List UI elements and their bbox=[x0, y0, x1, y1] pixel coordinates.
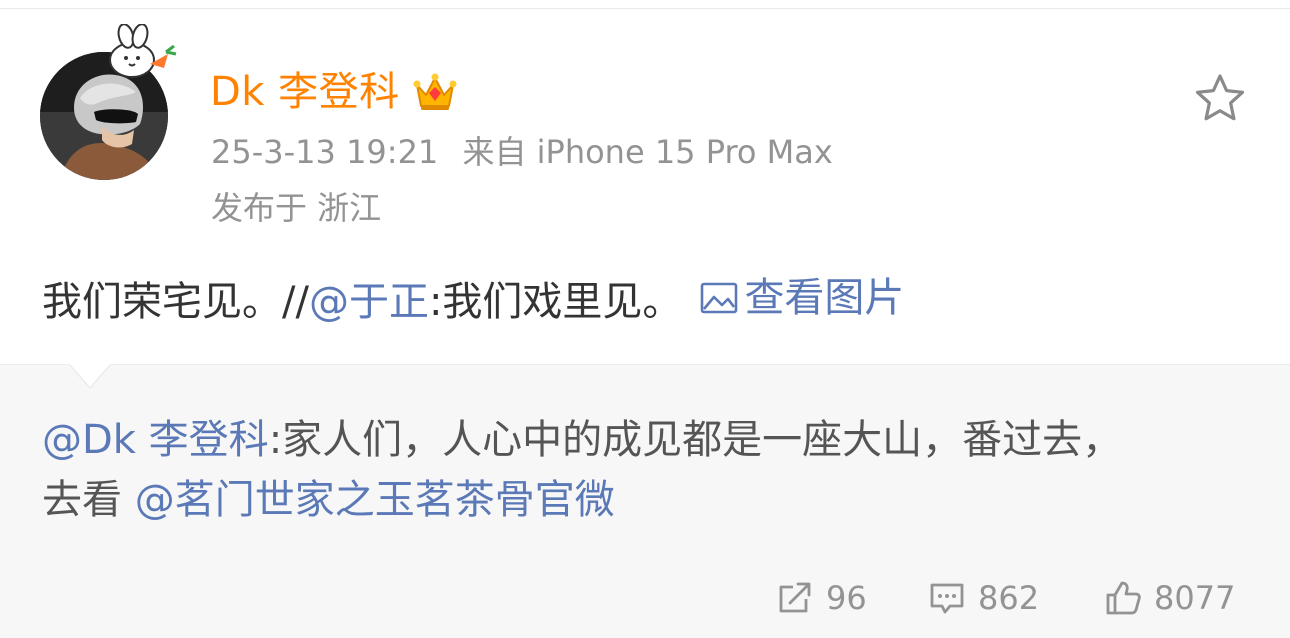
quote-line-1: @Dk 李登科:家人们，人心中的成见都是一座大山，番过去， bbox=[42, 410, 1252, 470]
user-name-row: Dk 李登科 bbox=[210, 66, 458, 118]
avatar-container[interactable] bbox=[40, 24, 177, 180]
mention-link[interactable]: @于正 bbox=[309, 279, 429, 325]
comment-count: 862 bbox=[978, 579, 1040, 617]
quote-pointer bbox=[70, 364, 110, 389]
post-text-prefix: 我们荣宅见。// bbox=[42, 279, 309, 325]
action-bar: 96 862 8077 bbox=[0, 575, 1290, 621]
image-icon bbox=[701, 282, 738, 314]
comment-button[interactable]: 862 bbox=[928, 575, 1039, 621]
post-text-suffix: :我们戏里见。 bbox=[428, 279, 683, 325]
view-image-link[interactable]: 查看图片 bbox=[700, 272, 904, 324]
repost-icon bbox=[779, 582, 811, 613]
quote-author-mention[interactable]: @Dk 李登科 bbox=[42, 417, 269, 463]
quoted-post-text: @Dk 李登科:家人们，人心中的成见都是一座大山，番过去， 去看 @茗门世家之玉… bbox=[42, 410, 1252, 530]
like-button[interactable]: 8077 bbox=[1104, 575, 1235, 621]
star-icon[interactable] bbox=[1192, 70, 1248, 126]
like-count: 8077 bbox=[1154, 579, 1236, 617]
quote-line-2-mention[interactable]: @茗门世家之玉茗茶骨官微 bbox=[135, 477, 615, 523]
quote-line-2-prefix: 去看 bbox=[42, 477, 135, 523]
post-text: 我们荣宅见。//@于正:我们戏里见。 查看图片 bbox=[42, 272, 904, 328]
post-timestamp: 25-3-13 19:21 bbox=[211, 133, 439, 171]
repost-button[interactable]: 96 bbox=[776, 575, 867, 621]
rabbit-decoration-icon bbox=[109, 24, 177, 78]
quote-line-1-text: :家人们，人心中的成见都是一座大山，番过去， bbox=[268, 417, 1123, 463]
post-location: 发布于 浙江 bbox=[211, 189, 382, 227]
comment-icon bbox=[930, 583, 964, 614]
repost-count: 96 bbox=[826, 579, 867, 617]
user-name[interactable]: Dk 李登科 bbox=[210, 66, 400, 118]
view-image-label[interactable]: 查看图片 bbox=[744, 272, 904, 324]
thumbs-up-icon bbox=[1106, 581, 1141, 615]
crown-icon[interactable] bbox=[412, 69, 458, 115]
quote-line-2: 去看 @茗门世家之玉茗茶骨官微 bbox=[42, 470, 1252, 530]
post-source: 来自 iPhone 15 Pro Max bbox=[462, 133, 833, 171]
post-meta-line: 25-3-13 19:21 来自 iPhone 15 Pro Max bbox=[211, 132, 833, 172]
